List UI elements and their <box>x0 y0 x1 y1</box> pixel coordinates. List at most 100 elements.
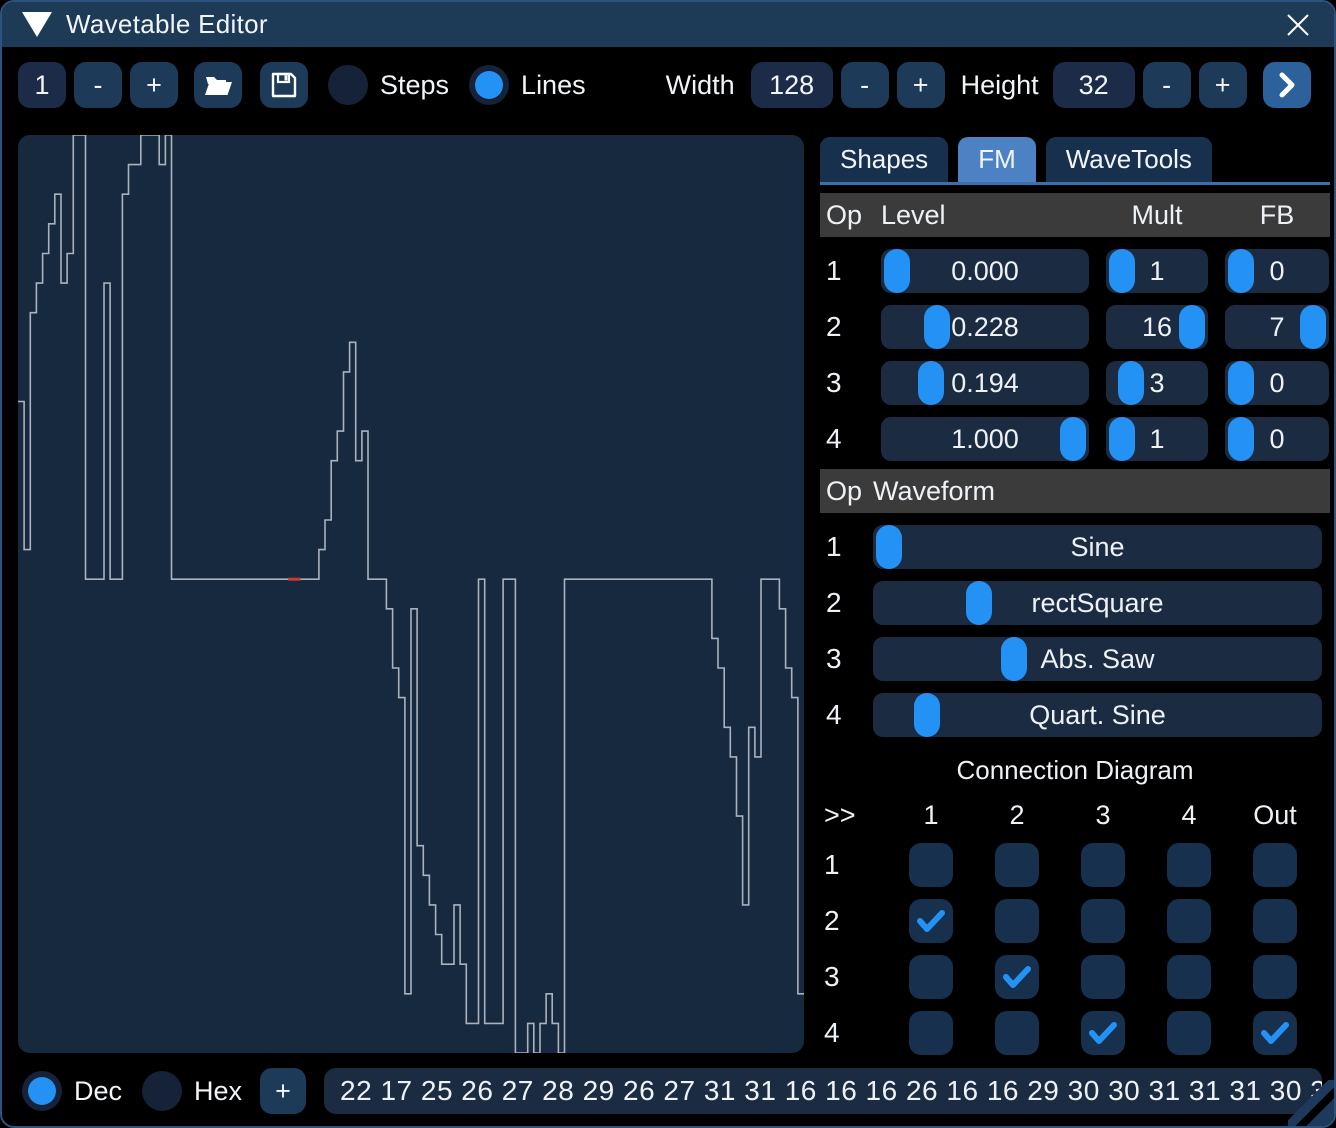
slider-thumb[interactable] <box>1179 305 1205 349</box>
slider-thumb[interactable] <box>924 305 950 349</box>
op2-fb-slider[interactable]: 7 <box>1225 305 1329 349</box>
op1-waveform-name: Sine <box>873 525 1322 569</box>
op2-waveform-slider[interactable]: rectSquare <box>873 581 1322 625</box>
op4-fb-slider[interactable]: 0 <box>1225 417 1329 461</box>
slider-thumb[interactable] <box>1228 361 1254 405</box>
slider-thumb[interactable] <box>1109 249 1135 293</box>
op4-waveform-slider[interactable]: Quart. Sine <box>873 693 1322 737</box>
fm-header-fb: FB <box>1225 200 1329 231</box>
chevron-right-icon <box>1273 69 1301 101</box>
connection-row-label: 4 <box>820 1017 888 1049</box>
op3-fb-slider[interactable]: 0 <box>1225 361 1329 405</box>
height-value-field[interactable]: 32 <box>1053 62 1135 108</box>
op4-mult-slider[interactable]: 1 <box>1106 417 1208 461</box>
op1-level-slider[interactable]: 0.000 <box>881 249 1089 293</box>
connection-checkbox[interactable] <box>909 843 953 887</box>
fm-op-number: 3 <box>820 367 864 399</box>
connection-checkbox[interactable] <box>1167 1011 1211 1055</box>
connection-checkbox[interactable] <box>1253 1011 1297 1055</box>
tab-wavetools[interactable]: WaveTools <box>1046 137 1212 182</box>
slider-thumb[interactable] <box>1228 249 1254 293</box>
connection-checkbox[interactable] <box>1081 955 1125 999</box>
connection-checkbox[interactable] <box>1253 843 1297 887</box>
connection-row-label: 1 <box>820 849 888 881</box>
connection-col-header: 1 <box>888 800 974 831</box>
tab-bar: Shapes FM WaveTools <box>820 137 1330 182</box>
connection-checkbox[interactable] <box>1167 899 1211 943</box>
close-button[interactable] <box>1278 5 1318 45</box>
tab-fm[interactable]: FM <box>958 137 1036 182</box>
slider-thumb[interactable] <box>966 581 992 625</box>
height-increment-button[interactable]: + <box>1199 62 1247 108</box>
add-value-button[interactable]: + <box>260 1068 306 1114</box>
width-increment-button[interactable]: + <box>897 62 945 108</box>
connection-checkbox[interactable] <box>995 955 1039 999</box>
check-icon <box>913 903 949 939</box>
slider-thumb[interactable] <box>1001 637 1027 681</box>
connection-grid: 1 2 3 4 <box>820 843 1330 1055</box>
connection-checkbox[interactable] <box>995 1011 1039 1055</box>
slider-thumb[interactable] <box>1228 417 1254 461</box>
connection-checkbox[interactable] <box>995 899 1039 943</box>
dec-radio[interactable] <box>22 1071 62 1111</box>
tab-shapes[interactable]: Shapes <box>820 137 948 182</box>
op1-mult-slider[interactable]: 1 <box>1106 249 1208 293</box>
waveform-row: 4 Quart. Sine <box>820 693 1330 737</box>
op1-waveform-slider[interactable]: Sine <box>873 525 1322 569</box>
op2-mult-slider[interactable]: 16 <box>1106 305 1208 349</box>
width-decrement-button[interactable]: - <box>841 62 889 108</box>
slider-thumb[interactable] <box>914 693 940 737</box>
slider-thumb[interactable] <box>1060 417 1086 461</box>
connection-checkbox[interactable] <box>1253 955 1297 999</box>
connection-checkbox[interactable] <box>995 843 1039 887</box>
op3-mult-slider[interactable]: 3 <box>1106 361 1208 405</box>
op2-level-slider[interactable]: 0.228 <box>881 305 1089 349</box>
steps-radio-label: Steps <box>380 70 449 101</box>
connection-checkbox[interactable] <box>909 1011 953 1055</box>
slider-thumb[interactable] <box>1109 417 1135 461</box>
waveform-display[interactable] <box>18 135 804 1053</box>
connection-row-label: 2 <box>820 905 888 937</box>
expand-panel-button[interactable] <box>1263 62 1311 108</box>
open-file-button[interactable] <box>194 62 242 108</box>
op3-level-slider[interactable]: 0.194 <box>881 361 1089 405</box>
connection-col-header: Out <box>1232 800 1318 831</box>
lines-radio[interactable] <box>469 65 509 105</box>
slider-thumb[interactable] <box>918 361 944 405</box>
connection-row-label: 3 <box>820 961 888 993</box>
hex-radio[interactable] <box>142 1071 182 1111</box>
connection-checkbox[interactable] <box>1167 955 1211 999</box>
height-decrement-button[interactable]: - <box>1143 62 1191 108</box>
slot-number-field[interactable]: 1 <box>18 62 66 108</box>
waveform-plot <box>18 135 804 1053</box>
connection-checkbox[interactable] <box>1253 899 1297 943</box>
fm-op-number: 1 <box>820 255 864 287</box>
connection-checkbox[interactable] <box>1167 843 1211 887</box>
connection-checkbox[interactable] <box>1081 899 1125 943</box>
sample-values-field[interactable]: 22 17 25 26 27 28 29 26 27 31 31 16 16 1… <box>324 1068 1322 1114</box>
connection-checkbox[interactable] <box>909 955 953 999</box>
slider-thumb[interactable] <box>1300 305 1326 349</box>
check-icon <box>999 959 1035 995</box>
resize-grip[interactable] <box>1288 1080 1334 1126</box>
slider-thumb[interactable] <box>876 525 902 569</box>
steps-radio[interactable] <box>328 65 368 105</box>
save-button[interactable] <box>260 62 308 108</box>
op1-fb-slider[interactable]: 0 <box>1225 249 1329 293</box>
op4-level-slider[interactable]: 1.000 <box>881 417 1089 461</box>
fm-op-number: 4 <box>820 423 864 455</box>
slider-thumb[interactable] <box>884 249 910 293</box>
connection-row-header: >> <box>820 800 888 831</box>
connection-checkbox[interactable] <box>909 899 953 943</box>
slot-increment-button[interactable]: + <box>130 62 178 108</box>
waveform-table-header: Op Waveform <box>820 469 1330 513</box>
connection-checkbox[interactable] <box>1081 843 1125 887</box>
slot-decrement-button[interactable]: - <box>74 62 122 108</box>
slider-thumb[interactable] <box>1118 361 1144 405</box>
op1-level-value: 0.000 <box>881 249 1089 293</box>
connection-checkbox[interactable] <box>1081 1011 1125 1055</box>
op3-waveform-slider[interactable]: Abs. Saw <box>873 637 1322 681</box>
title-bar: Wavetable Editor <box>2 2 1334 47</box>
height-label: Height <box>961 70 1039 101</box>
width-value-field[interactable]: 128 <box>751 62 833 108</box>
